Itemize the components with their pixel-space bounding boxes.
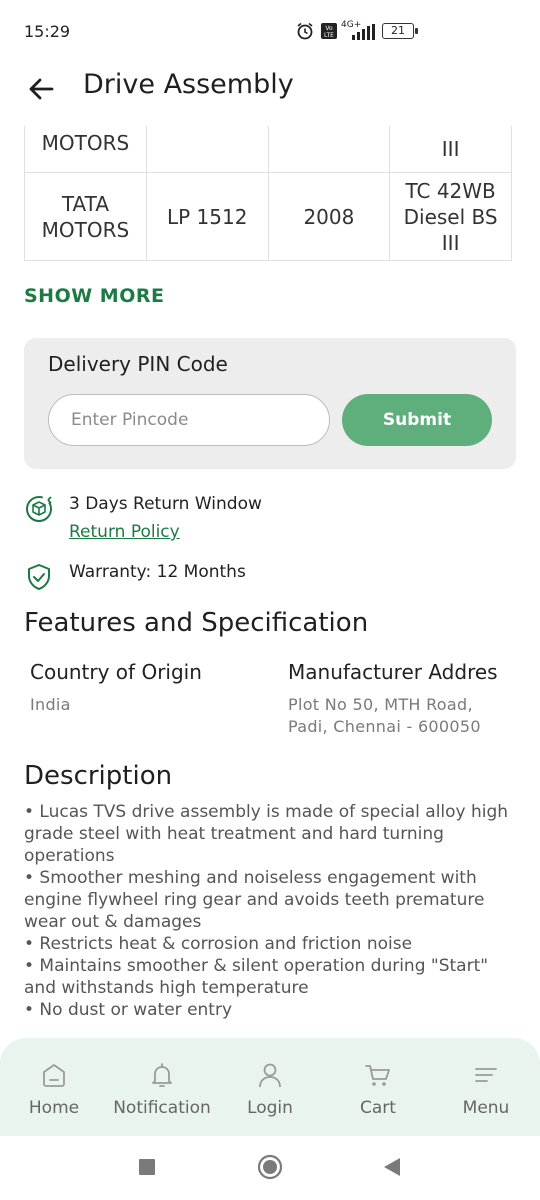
table-cell-model: LP 1512 (145, 172, 269, 261)
menu-icon (475, 1068, 497, 1082)
nav-label: Cart (360, 1098, 396, 1118)
table-cell-make: TATA MOTORS (24, 126, 147, 173)
return-window-row: 3 Days Return Window Return Policy (24, 494, 504, 550)
return-policy-link[interactable]: Return Policy (69, 522, 180, 542)
warranty-row: Warranty: 12 Months (24, 562, 504, 594)
cart-icon (365, 1065, 390, 1086)
nav-notification[interactable]: Notification (104, 1038, 220, 1136)
nav-cart[interactable]: Cart (338, 1038, 418, 1136)
description-point: • Lucas TVS drive assembly is made of sp… (24, 802, 509, 866)
nav-label: Notification (113, 1098, 211, 1118)
bottom-nav: Home Notification Login Cart Menu (0, 1038, 540, 1136)
volte-icon: Vo LTE (321, 23, 337, 39)
description-body: • Lucas TVS drive assembly is made of sp… (24, 801, 514, 1021)
table-cell-year: 2008 (267, 172, 391, 261)
pin-card-title: Delivery PIN Code (48, 352, 228, 376)
table-cell-year (267, 126, 391, 173)
spec-country: Country of Origin India (30, 660, 270, 716)
vehicle-compatibility-table[interactable]: TATA MOTORS TC 42WB Diesel BS III TATA M… (24, 126, 512, 270)
spec-value: India (30, 695, 71, 714)
table-cell-engine: TC 42WB Diesel BS III (389, 172, 512, 261)
spec-label: Country of Origin (30, 660, 202, 684)
table-row: TATA MOTORS TC 42WB Diesel BS III (24, 126, 512, 173)
nav-menu[interactable]: Menu (446, 1038, 526, 1136)
page-title: Drive Assembly (83, 69, 294, 100)
table-cell-model (145, 126, 269, 173)
description-point: • No dust or water entry (24, 1000, 233, 1020)
system-nav-bar (0, 1136, 540, 1200)
shield-check-icon (28, 564, 50, 590)
signal-icon (352, 24, 375, 40)
alarm-icon (297, 22, 313, 40)
recents-icon[interactable] (138, 1158, 156, 1176)
nav-login[interactable]: Login (230, 1038, 310, 1136)
description-point: • Restricts heat & corrosion and frictio… (24, 934, 413, 954)
table-row: TATA MOTORS LP 1512 2008 TC 42WB Diesel … (24, 172, 512, 261)
app-header: Drive Assembly (0, 64, 540, 126)
nav-label: Home (28, 1098, 80, 1118)
status-time: 15:29 (24, 22, 71, 41)
svg-text:LTE: LTE (324, 32, 334, 39)
home-icon (43, 1064, 65, 1087)
svg-text:Vo: Vo (325, 25, 333, 32)
show-more-button[interactable]: SHOW MORE (24, 285, 164, 307)
bell-icon (152, 1063, 172, 1087)
nav-label: Login (247, 1098, 293, 1118)
table-cell-make: TATA MOTORS (24, 172, 147, 261)
nav-label: Menu (462, 1098, 510, 1118)
spec-manufacturer: Manufacturer Addres Plot No 50, MTH Road… (288, 660, 528, 738)
vehicle-table: TATA MOTORS TC 42WB Diesel BS III TATA M… (24, 126, 512, 261)
description-point: • Smoother meshing and noiseless engagem… (24, 868, 485, 932)
arrow-left-icon[interactable] (26, 74, 56, 104)
user-icon (259, 1063, 281, 1088)
nav-home[interactable]: Home (14, 1038, 94, 1136)
battery-icon: 21 (382, 23, 418, 39)
status-bar: 15:29 Vo LTE 4G+ 21 (0, 0, 540, 64)
engine-text-top: TC 42WB Diesel BS III (441, 137, 460, 161)
return-box-icon (26, 496, 52, 522)
spec-value: Plot No 50, MTH Road, Padi, Chennai - 60… (288, 695, 481, 736)
table-cell-engine: TC 42WB Diesel BS III (389, 126, 512, 173)
warranty-text: Warranty: 12 Months (69, 562, 246, 582)
delivery-pin-card: Delivery PIN Code Submit (24, 338, 516, 469)
pincode-input[interactable] (48, 394, 330, 446)
submit-button[interactable]: Submit (342, 394, 492, 446)
description-point: • Maintains smoother & silent operation … (24, 956, 489, 998)
features-title: Features and Specification (24, 608, 369, 638)
home-circle-icon[interactable] (257, 1154, 283, 1180)
spec-label: Manufacturer Addres (288, 660, 498, 684)
description-title: Description (24, 761, 173, 791)
back-triangle-icon[interactable] (383, 1157, 401, 1177)
return-window-text: 3 Days Return Window (69, 494, 262, 514)
